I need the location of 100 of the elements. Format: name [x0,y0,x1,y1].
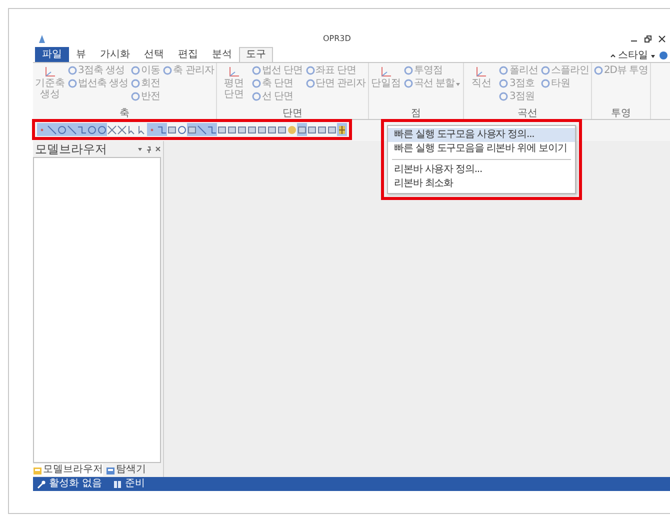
ribbon-button[interactable]: 직선 [466,64,496,89]
circle-icon [306,66,315,75]
ribbon-button[interactable]: 2D뷰 투영 [594,64,648,77]
circle-icon [252,79,261,88]
circle-icon [499,66,508,75]
box-icon [217,124,227,134]
circle-icon [68,66,77,75]
toolbar-button[interactable] [127,123,137,136]
circle-icon [540,79,550,88]
ribbon-tab[interactable]: 도구 [239,47,273,62]
help-button[interactable] [659,51,668,60]
ribbon-button[interactable]: 단일점 [370,64,401,89]
toolbar-button[interactable] [147,123,157,136]
circle-icon [659,51,668,60]
grid-icon [337,124,347,134]
menu-item[interactable]: 빠른 실행 도구모음 사용자 정의... [388,128,575,142]
axis-icon [475,66,488,78]
collapse-icon [610,53,616,59]
polyline-icon [207,124,217,134]
toolbar-button[interactable] [77,123,87,136]
circle-icon [163,66,172,75]
close-icon [658,34,666,42]
close-button[interactable] [658,34,666,42]
toolbar-button[interactable] [47,123,57,136]
ribbon-button[interactable]: 축 관리자 [163,64,214,77]
toolbar-button[interactable] [117,123,127,136]
ribbon-tab[interactable]: 편집 [171,47,205,62]
menu-item[interactable]: 리본바 사용자 정의... [388,163,575,177]
ribbon-tab[interactable]: 가시화 [93,47,137,62]
status-text: 준비 [125,478,146,490]
toolbar-button[interactable] [297,123,307,136]
group-label: 점 [410,108,422,119]
ribbon-button[interactable]: 법선 단면 [252,64,303,77]
panel-tab[interactable]: 모델브라우저 [33,464,103,476]
toolbar-button[interactable] [137,123,147,136]
ribbon-button[interactable]: 반전 [131,90,160,103]
toolbar-button[interactable] [97,123,107,136]
circle-icon [177,124,187,134]
circle-icon [499,79,508,88]
ribbon-button[interactable]: 이동 [131,64,160,77]
circle-icon [131,79,140,88]
file-tab[interactable]: 파일 [35,47,69,62]
box-icon [257,124,267,134]
box-icon [317,124,327,134]
ribbon-button[interactable]: 곡선 분할 [404,77,462,90]
ribbon-button[interactable]: 기준축 생성 [35,64,65,100]
axis-icon [44,66,56,78]
ribbon-button[interactable]: 회전 [131,77,160,90]
axis-icon [380,66,392,78]
ribbon-button[interactable]: 축 단면 [252,77,303,90]
circle-icon [57,124,67,134]
ribbon-button[interactable]: 좌표 단면 [306,64,366,77]
ribbon-button[interactable]: 스플라인 [540,64,589,77]
circle-icon [404,66,413,75]
line-icon [47,124,57,134]
circle-icon [131,66,140,75]
group-label: 축 [118,108,130,119]
toolbar-button[interactable] [57,123,67,136]
circle-icon [87,124,97,134]
ribbon-button[interactable]: 3점원 [499,90,538,103]
ribbon-tab[interactable]: 뷰 [69,47,93,62]
ribbon-button[interactable]: 평면 단면 [218,64,249,100]
ribbon-tab[interactable]: 선택 [137,47,171,62]
toolbar-button[interactable] [207,123,217,136]
ribbon-button[interactable]: 단면 관리자 [306,77,366,90]
toolbar-button[interactable] [67,123,77,136]
circle-icon [97,124,107,134]
toolbar-button[interactable] [337,123,347,136]
toolbar-button[interactable] [197,123,207,136]
style-menu-button[interactable]: 스타일 [610,50,656,62]
ribbon-button[interactable]: 폴리선 [499,64,538,77]
box-icon [327,124,337,134]
ribbon-button[interactable]: 투영점 [404,64,462,77]
dropdown-icon [137,146,143,152]
menu-item[interactable]: 리본바 최소화 [388,177,575,191]
circle-icon [540,66,550,75]
window-title: OPR3D [323,34,351,43]
box-icon [187,124,197,134]
sphere-icon [287,124,297,134]
panel-title: 모델브라우저 [35,140,107,158]
panel-tab[interactable]: 탐색기 [106,464,146,476]
toolbar-button[interactable] [187,123,197,136]
ribbon-tab[interactable]: 분석 [205,47,239,62]
ribbon-button[interactable]: 법선축 생성 [68,77,128,90]
ribbon-button[interactable]: 3점호 [499,77,538,90]
ribbon-button[interactable]: 타원 [540,77,589,90]
polyline-icon [77,124,87,134]
toolbar-button[interactable] [107,123,117,136]
menu-item[interactable]: 빠른 실행 도구모음을 리본바 위에 보이기 [388,142,575,156]
circle-icon [306,79,315,88]
toolbar-button[interactable] [177,123,187,136]
ribbon-button[interactable]: 3점축 생성 [68,64,128,77]
ribbon-button[interactable]: 선 단면 [252,90,303,103]
toolbar-button[interactable] [87,123,97,136]
box-icon [267,124,277,134]
toolbar-button[interactable] [37,123,47,136]
book-icon [113,480,122,488]
restore-button[interactable] [644,34,652,42]
status-text: 활성화 없음 [49,478,102,490]
toolbar-button[interactable] [157,123,167,136]
